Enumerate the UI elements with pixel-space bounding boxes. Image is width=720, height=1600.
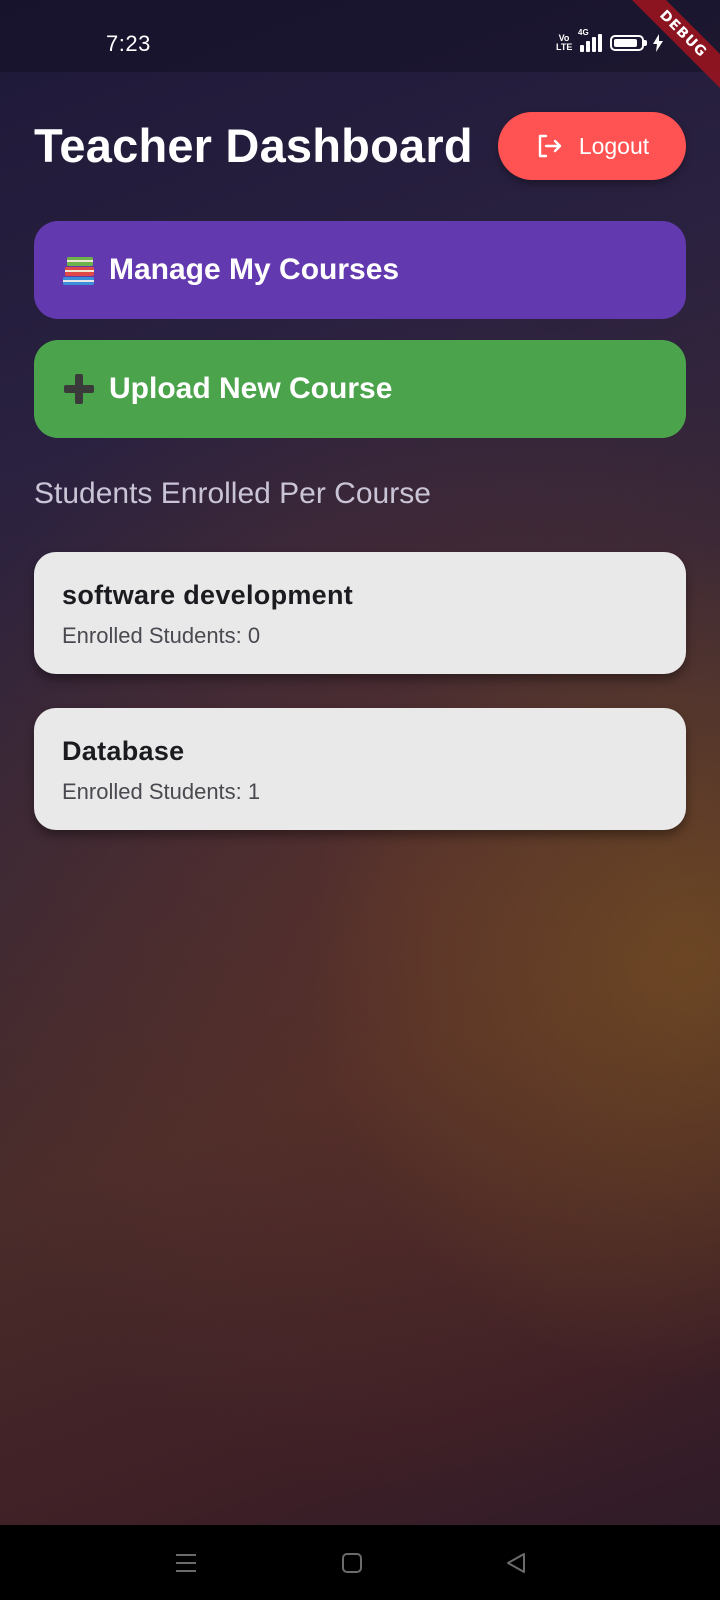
course-card[interactable]: Database Enrolled Students: 1 — [34, 708, 686, 830]
section-title: Students Enrolled Per Course — [34, 477, 431, 510]
logout-button[interactable]: Logout — [498, 112, 686, 180]
page-title: Teacher Dashboard — [34, 119, 473, 172]
system-nav-bar — [0, 1525, 720, 1600]
debug-banner-container: DEBUG — [610, 0, 720, 110]
logout-icon — [538, 134, 562, 158]
logout-label: Logout — [578, 132, 650, 159]
enrolled-count: Enrolled Students: 0 — [62, 623, 261, 648]
debug-banner: DEBUG — [621, 0, 720, 96]
back-icon[interactable] — [500, 1547, 532, 1579]
course-name: Database — [62, 736, 185, 766]
plus-icon — [64, 374, 94, 404]
upload-course-label: Upload New Course — [109, 372, 393, 405]
volte-icon: Vo LTE — [556, 33, 573, 52]
manage-courses-button[interactable]: Manage My Courses — [34, 221, 686, 319]
enrolled-count: Enrolled Students: 1 — [62, 779, 261, 804]
home-icon[interactable] — [336, 1547, 368, 1579]
network-type-label: 4G — [578, 28, 589, 37]
books-icon — [63, 257, 94, 285]
recents-icon[interactable] — [170, 1547, 202, 1579]
signal-icon: 4G — [578, 28, 602, 52]
status-time: 7:23 — [106, 31, 151, 56]
course-name: software development — [62, 580, 354, 610]
manage-courses-label: Manage My Courses — [109, 253, 400, 286]
course-card[interactable]: software development Enrolled Students: … — [34, 552, 686, 674]
upload-course-button[interactable]: Upload New Course — [34, 340, 686, 438]
